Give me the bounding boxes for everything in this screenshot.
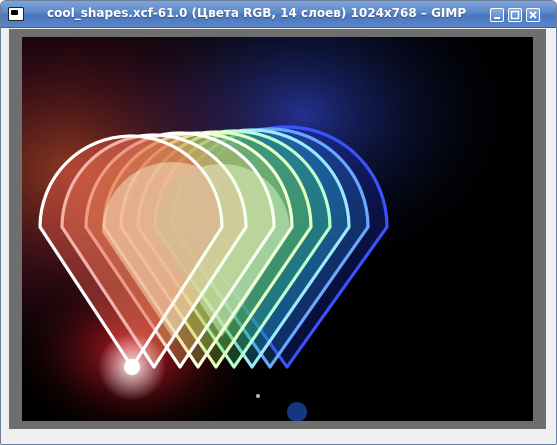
maximize-button[interactable] <box>508 8 522 22</box>
close-button[interactable] <box>526 8 540 22</box>
window-title: cool_shapes.xcf-61.0 (Цвета RGB, 14 слое… <box>47 6 467 20</box>
gimp-icon[interactable] <box>8 7 24 21</box>
title-bar[interactable]: cool_shapes.xcf-61.0 (Цвета RGB, 14 слое… <box>1 1 556 28</box>
close-icon <box>529 11 537 19</box>
minimize-icon <box>494 17 500 19</box>
cool-shapes-artwork <box>22 37 533 421</box>
gimp-image-window: cool_shapes.xcf-61.0 (Цвета RGB, 14 слое… <box>0 0 557 445</box>
minimize-button[interactable] <box>490 8 504 22</box>
maximize-icon <box>510 10 520 20</box>
image-canvas[interactable] <box>22 37 533 421</box>
